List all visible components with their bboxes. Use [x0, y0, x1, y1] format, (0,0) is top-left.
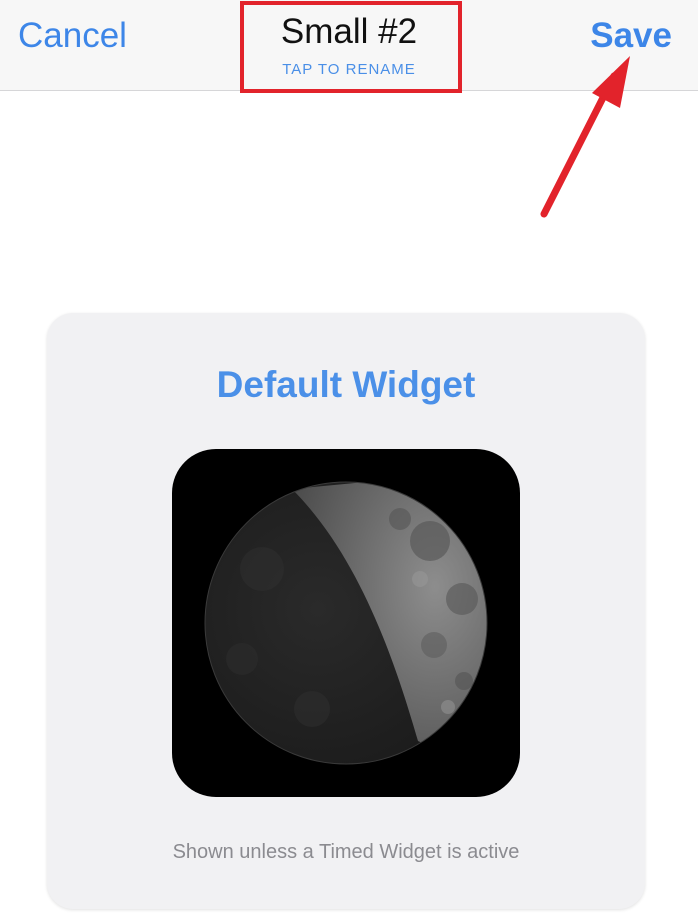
moon-phase-icon [204, 481, 488, 765]
rename-hint: TAP TO RENAME [282, 61, 416, 78]
default-widget-card[interactable]: Default Widget Shown unless a Timed Widg… [47, 313, 645, 909]
save-button[interactable]: Save [590, 14, 672, 58]
navigation-bar: Cancel Small #2 TAP TO RENAME Save [0, 0, 698, 91]
widget-preview [172, 449, 520, 797]
widget-name-title[interactable]: Small #2 TAP TO RENAME [240, 2, 458, 88]
card-title: Default Widget [216, 364, 476, 405]
cancel-button[interactable]: Cancel [18, 14, 127, 58]
annotation-arrow-shaft [540, 72, 618, 218]
widget-editor-screen: Cancel Small #2 TAP TO RENAME Save Defau… [0, 0, 698, 920]
card-caption: Shown unless a Timed Widget is active [172, 841, 520, 863]
widget-name: Small #2 [280, 12, 418, 51]
